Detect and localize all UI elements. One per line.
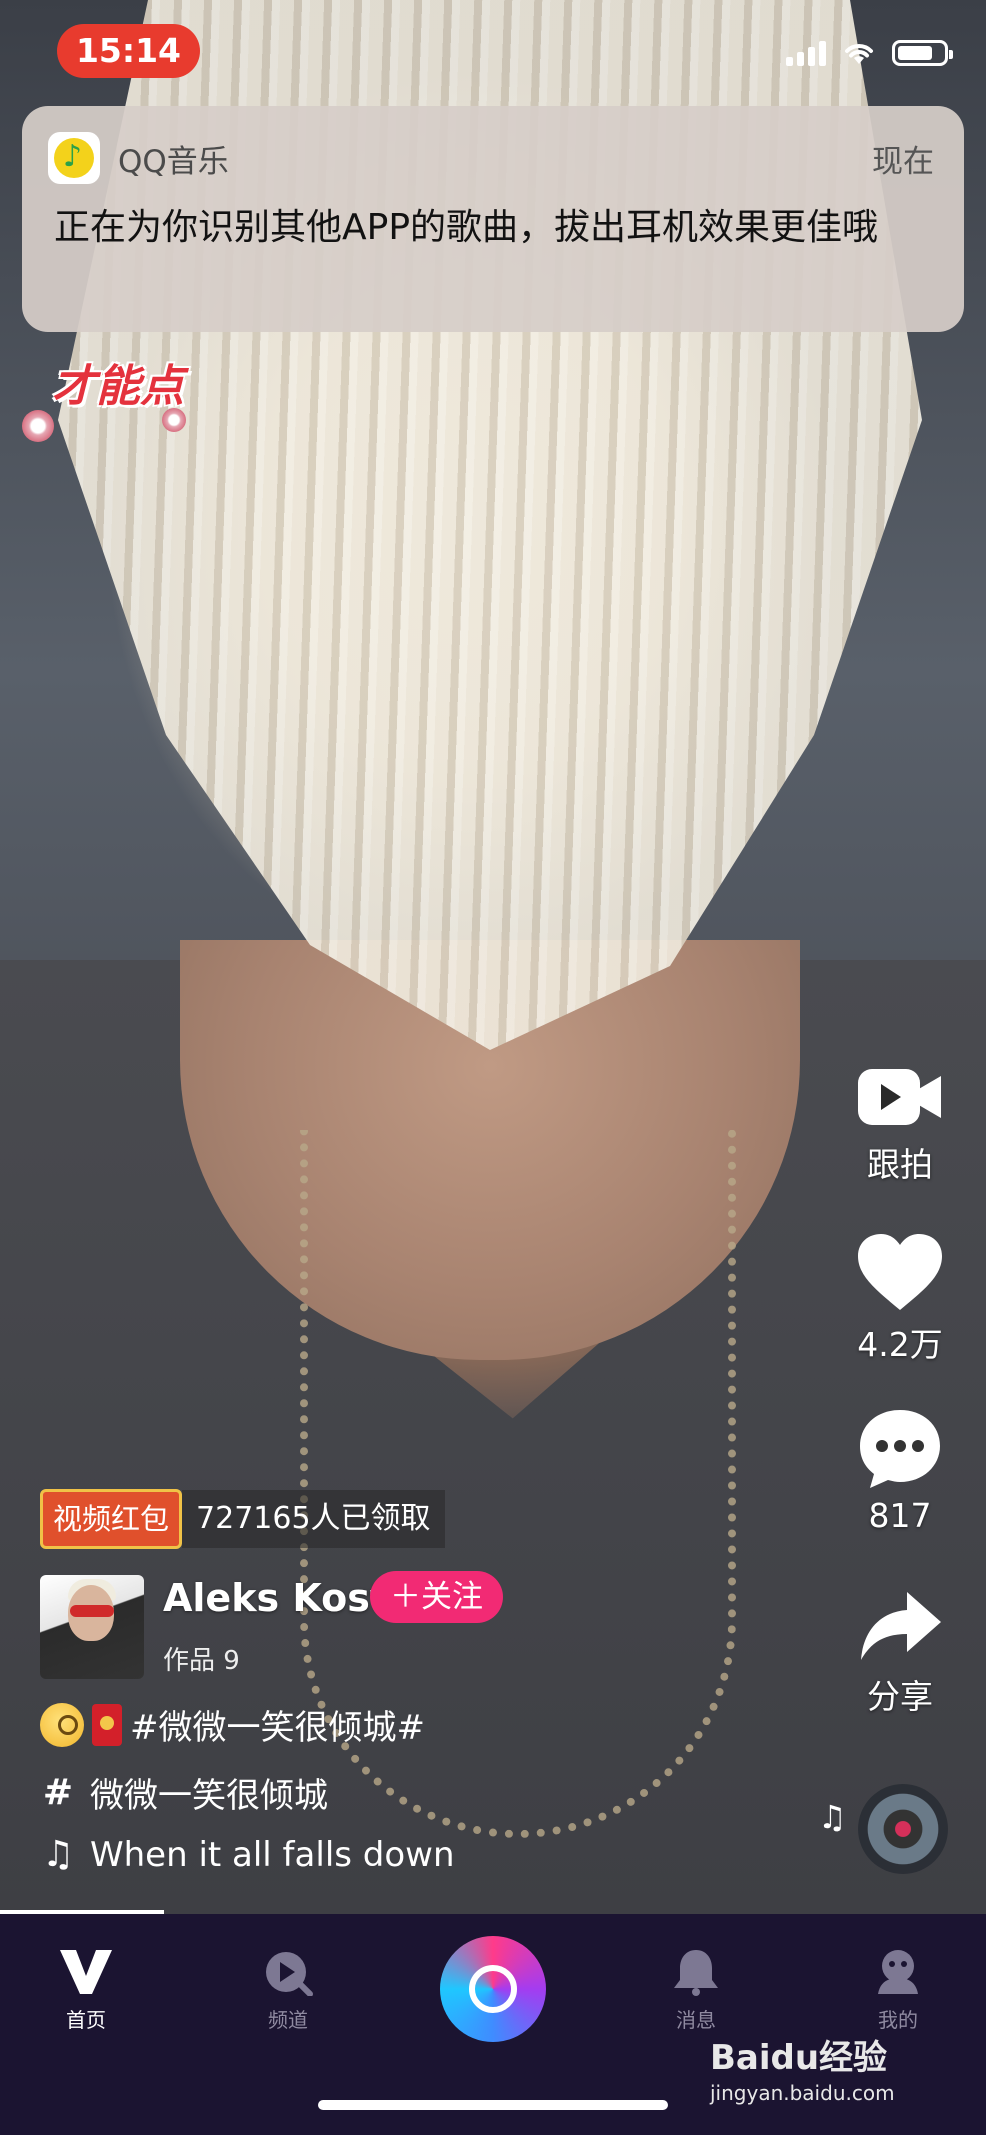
red-packet-badge: 视频红包 bbox=[40, 1489, 183, 1549]
notification-time: 现在 bbox=[872, 143, 934, 180]
status-icons bbox=[786, 40, 953, 66]
profile-icon bbox=[878, 1950, 918, 1994]
music-title: When it all falls down bbox=[90, 1834, 455, 1875]
tab-profile-label: 我的 bbox=[878, 2008, 918, 2032]
author-works-count[interactable]: 作品 9 bbox=[163, 1640, 240, 1677]
caption-hashtag[interactable]: #微微一笑很倾城# bbox=[130, 1700, 425, 1749]
duet-button[interactable]: 跟拍 bbox=[848, 1062, 952, 1186]
wifi-icon bbox=[845, 44, 873, 64]
watermark-brand: Baidu经验 bbox=[710, 2038, 888, 2078]
tab-home[interactable]: 首页 bbox=[26, 1948, 146, 2033]
heart-icon bbox=[858, 1234, 942, 1310]
share-arrow-icon bbox=[861, 1592, 941, 1660]
share-button[interactable]: 分享 bbox=[848, 1588, 952, 1718]
music-note-icon: ♫ bbox=[41, 1834, 75, 1875]
status-time: 15:14 bbox=[57, 24, 200, 78]
author-avatar[interactable] bbox=[40, 1575, 144, 1679]
home-indicator[interactable] bbox=[318, 2100, 668, 2110]
video-sticker: 才能点 bbox=[22, 330, 232, 450]
monocle-face-emoji-icon bbox=[40, 1702, 84, 1747]
like-count: 4.2万 bbox=[857, 1325, 943, 1364]
comment-count: 817 bbox=[868, 1496, 932, 1535]
v-logo-icon bbox=[60, 1950, 112, 1994]
share-label: 分享 bbox=[867, 1677, 933, 1716]
sticker-orb-icon bbox=[162, 408, 186, 432]
tab-channel-label: 频道 bbox=[268, 2008, 308, 2032]
record-camera-icon[interactable] bbox=[440, 1936, 546, 2042]
topic-label: 微微一笑很倾城 bbox=[90, 1776, 328, 1816]
duet-label: 跟拍 bbox=[867, 1145, 933, 1184]
music-row[interactable]: ♫ When it all falls down bbox=[40, 1834, 455, 1875]
music-note-icon: ♫ bbox=[818, 1798, 847, 1836]
tab-messages[interactable]: 消息 bbox=[636, 1948, 756, 2033]
red-envelope-emoji-icon bbox=[92, 1703, 122, 1746]
baidu-watermark: Baidu经验 jingyan.baidu.com bbox=[710, 2030, 895, 2105]
follow-button[interactable]: ＋关注 bbox=[370, 1571, 503, 1623]
music-disc-icon bbox=[858, 1784, 948, 1874]
music-disc-button[interactable]: ♫ bbox=[818, 1784, 948, 1880]
notification-message: 正在为你识别其他APP的歌曲，拔出耳机效果更佳哦 bbox=[54, 207, 879, 248]
notification-header: QQ音乐 现在 bbox=[48, 132, 934, 184]
notification-app-name: QQ音乐 bbox=[118, 143, 229, 180]
bell-icon bbox=[674, 1950, 718, 1996]
sticker-orb-icon bbox=[22, 410, 54, 442]
video-caption: #微微一笑很倾城# bbox=[40, 1700, 425, 1749]
tab-channel[interactable]: 频道 bbox=[228, 1948, 348, 2033]
video-camera-icon bbox=[858, 1069, 941, 1125]
channel-play-icon bbox=[266, 1952, 313, 1996]
tab-home-label: 首页 bbox=[66, 2008, 106, 2032]
author-username[interactable]: Aleks Kost bbox=[163, 1576, 388, 1620]
sticker-text: 才能点 bbox=[52, 361, 184, 412]
watermark-url: jingyan.baidu.com bbox=[710, 2081, 895, 2105]
comment-bubble-icon bbox=[860, 1410, 940, 1488]
tab-messages-label: 消息 bbox=[676, 2008, 716, 2032]
comment-button[interactable]: 817 bbox=[848, 1406, 952, 1535]
video-red-packet[interactable]: 视频红包 727165人已领取 bbox=[40, 1489, 445, 1549]
notification-banner[interactable]: QQ音乐 现在 正在为你识别其他APP的歌曲，拔出耳机效果更佳哦 bbox=[22, 106, 964, 332]
qq-music-app-icon bbox=[48, 132, 100, 184]
like-button[interactable]: 4.2万 bbox=[848, 1232, 952, 1366]
battery-icon bbox=[892, 40, 953, 66]
topic-row[interactable]: # 微微一笑很倾城 bbox=[40, 1768, 328, 1817]
tab-profile[interactable]: 我的 bbox=[838, 1948, 958, 2033]
red-packet-claimed-count: 727165人已领取 bbox=[182, 1490, 445, 1548]
screen: 15:14 QQ音乐 现在 正在为你识别其他APP的歌曲，拔出耳机效果更佳哦 才… bbox=[0, 0, 986, 2135]
hashtag-icon: # bbox=[42, 1772, 74, 1813]
cellular-signal-icon bbox=[786, 40, 826, 66]
